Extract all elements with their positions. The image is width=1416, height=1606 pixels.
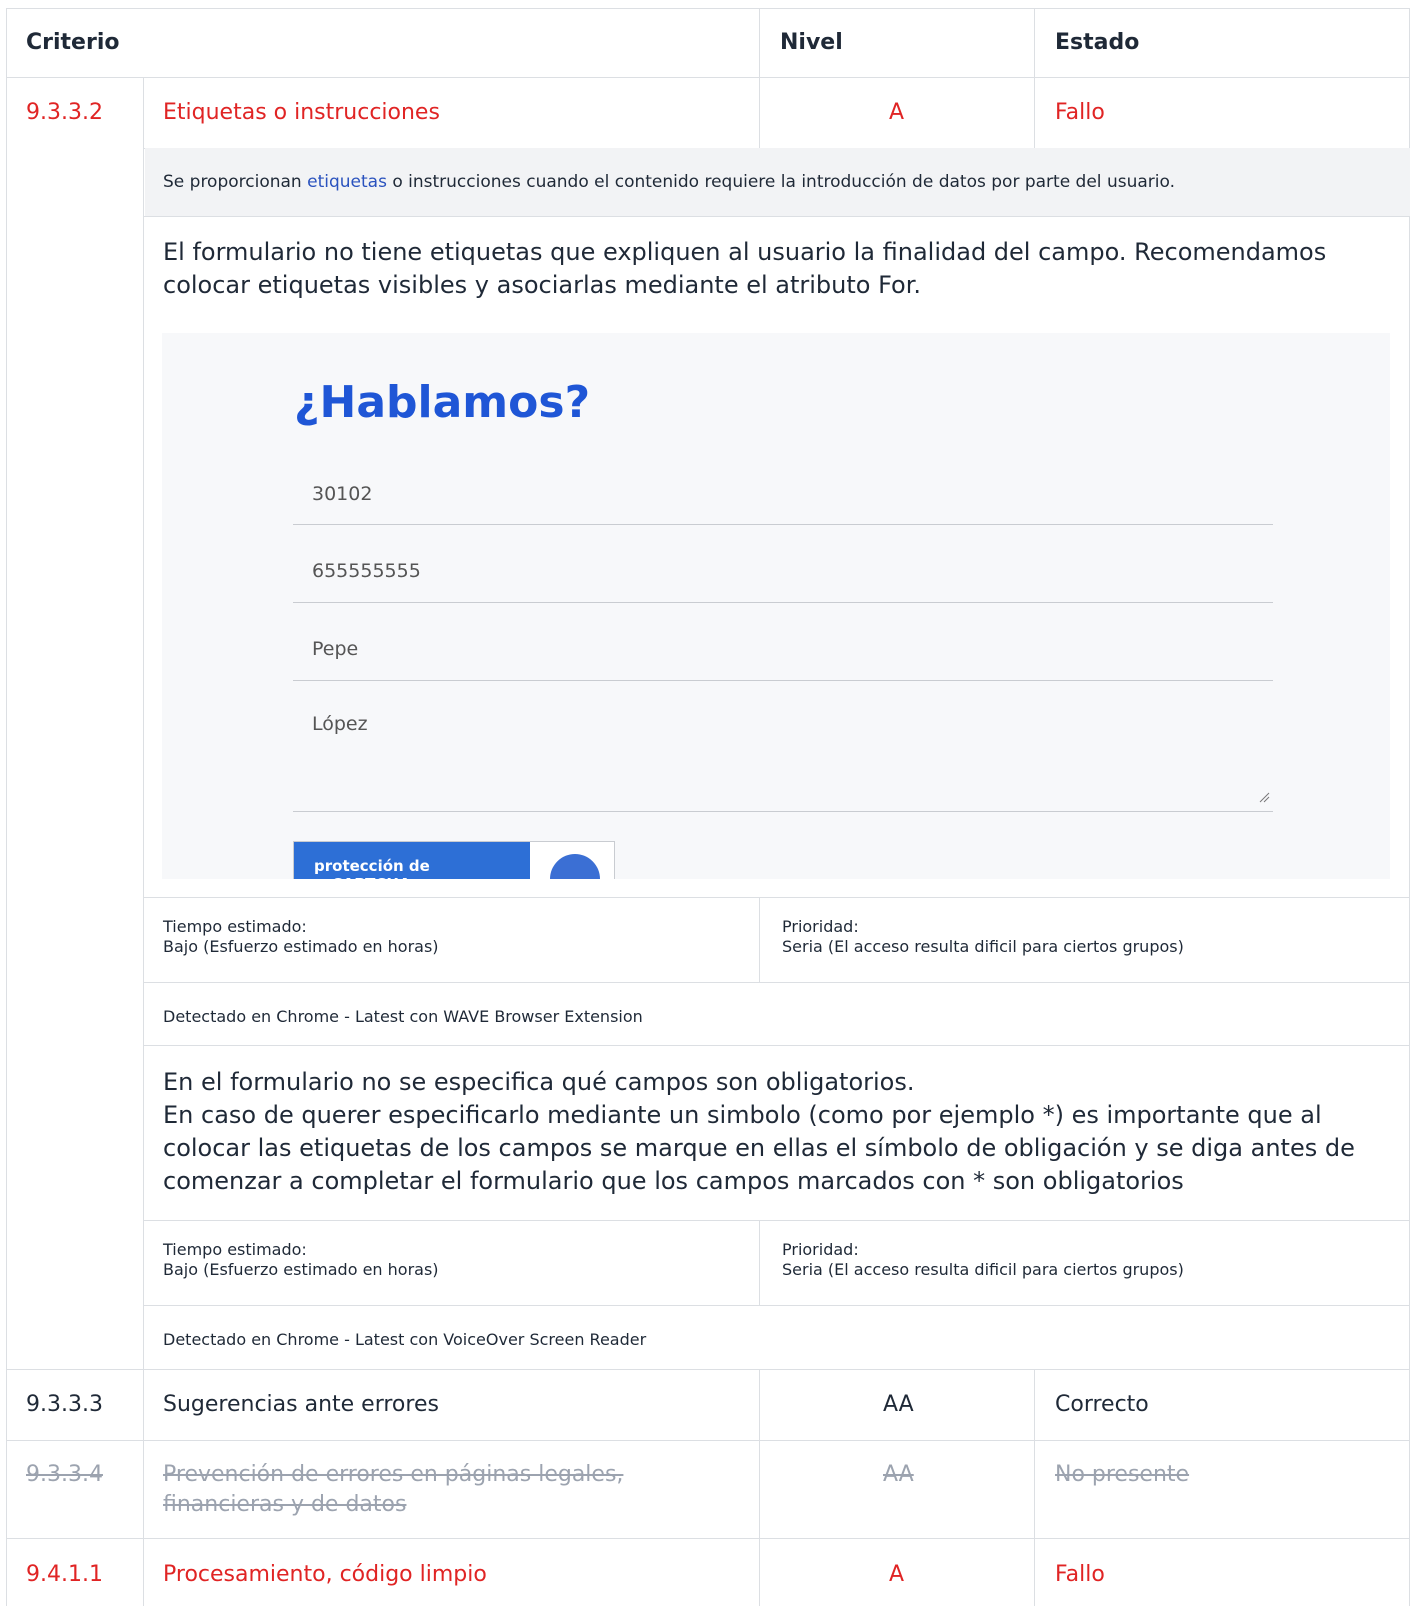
- time-value: Bajo (Esfuerzo estimado en horas): [163, 937, 439, 956]
- criteria-table: Criterio Nivel Estado 9.3.3.2 Etiquetas …: [0, 0, 1416, 1606]
- row-divider: [143, 216, 1410, 217]
- criterion-status: Fallo: [1055, 1562, 1105, 1587]
- row-divider: [6, 1369, 1410, 1370]
- resize-handle-icon: [1259, 792, 1270, 803]
- detected-text: Detectado en Chrome - Latest con VoiceOv…: [163, 1330, 647, 1349]
- criterion-name[interactable]: Sugerencias ante errores: [163, 1392, 439, 1417]
- issue-description: En el formulario no se especifica qué ca…: [163, 1066, 1398, 1198]
- criterion-name-line1[interactable]: Prevención de errores en páginas legales…: [163, 1462, 623, 1487]
- row-divider: [143, 1305, 1410, 1306]
- col-divider: [1034, 8, 1035, 78]
- criterion-name[interactable]: Procesamiento, código limpio: [163, 1562, 487, 1587]
- recaptcha-badge: protección de reCAPTCHA: [293, 841, 615, 879]
- issue-description-line2: En caso de querer especificarlo mediante…: [163, 1101, 1355, 1195]
- criterion-status: Fallo: [1055, 100, 1105, 125]
- form-field-underline: [293, 811, 1273, 812]
- form-field-value: Pepe: [312, 638, 359, 660]
- criterion-code[interactable]: 9.3.3.4: [26, 1462, 103, 1487]
- issue-description: El formulario no tiene etiquetas que exp…: [163, 238, 1327, 299]
- detected-text: Detectado en Chrome - Latest con WAVE Br…: [163, 1007, 643, 1026]
- criterion-code[interactable]: 9.3.3.2: [26, 100, 103, 125]
- col-divider: [1034, 1369, 1035, 1606]
- criterion-name[interactable]: Etiquetas o instrucciones: [163, 100, 440, 125]
- recaptcha-label: protección de reCAPTCHA: [314, 857, 430, 879]
- criterion-code[interactable]: 9.3.3.3: [26, 1392, 103, 1417]
- criterion-level: A: [889, 100, 905, 125]
- form-field-value: López: [312, 713, 368, 735]
- criterion-code[interactable]: 9.4.1.1: [26, 1562, 103, 1587]
- hint-after: o instrucciones cuando el contenido requ…: [386, 172, 1175, 192]
- priority-label: Prioridad:: [782, 917, 859, 936]
- criterion-status: No presente: [1055, 1462, 1190, 1487]
- criterion-name-line2[interactable]: financieras y de datos: [163, 1492, 406, 1517]
- col-divider: [759, 897, 760, 982]
- priority-label: Prioridad:: [782, 1240, 859, 1259]
- row-divider: [6, 1440, 1410, 1441]
- col-divider: [759, 8, 760, 78]
- col-divider: [759, 1220, 760, 1305]
- col-divider: [759, 1369, 760, 1606]
- row-divider: [143, 897, 1410, 898]
- criterion-level: A: [889, 1562, 905, 1587]
- hint-link[interactable]: etiquetas: [307, 172, 387, 192]
- time-label: Tiempo estimado:: [163, 917, 307, 936]
- time-label: Tiempo estimado:: [163, 1240, 307, 1259]
- form-field-value: 30102: [312, 483, 373, 505]
- row-divider: [143, 1045, 1410, 1046]
- priority-value: Seria (El acceso resulta dificil para ci…: [782, 1260, 1184, 1279]
- recaptcha-label-box: protección de reCAPTCHA: [294, 842, 530, 879]
- row-divider: [6, 77, 1410, 78]
- time-value: Bajo (Esfuerzo estimado en horas): [163, 1260, 439, 1279]
- criterion-level: AA: [883, 1462, 914, 1487]
- hint-before: Se proporcionan: [163, 172, 308, 192]
- form-title: ¿Hablamos?: [294, 377, 591, 428]
- row-divider: [6, 1538, 1410, 1539]
- table-border-right: [1409, 8, 1410, 1606]
- col-divider: [1034, 78, 1035, 148]
- criterion-status: Correcto: [1055, 1392, 1149, 1417]
- priority-value: Seria (El acceso resulta dificil para ci…: [782, 937, 1184, 956]
- col-divider-code: [143, 78, 144, 1606]
- table-border-top: [6, 8, 1410, 9]
- recaptcha-logo-icon: [550, 854, 600, 879]
- header-nivel: Nivel: [780, 30, 843, 55]
- col-divider: [759, 78, 760, 148]
- row-divider: [143, 982, 1410, 983]
- criterion-level: AA: [883, 1392, 914, 1417]
- hint-text: Se proporcionan etiquetas o instruccione…: [163, 172, 1175, 192]
- form-field-underline: [293, 524, 1273, 525]
- table-border-left: [6, 8, 7, 1606]
- form-field-underline: [293, 602, 1273, 603]
- header-criterio: Criterio: [26, 30, 120, 55]
- header-estado: Estado: [1055, 30, 1140, 55]
- form-field-value: 655555555: [312, 560, 421, 582]
- form-field-underline: [293, 680, 1273, 681]
- issue-screenshot: ¿Hablamos? 30102 655555555 Pepe López pr…: [162, 333, 1390, 879]
- issue-description-line1: En el formulario no se especifica qué ca…: [163, 1068, 915, 1096]
- row-divider: [143, 1220, 1410, 1221]
